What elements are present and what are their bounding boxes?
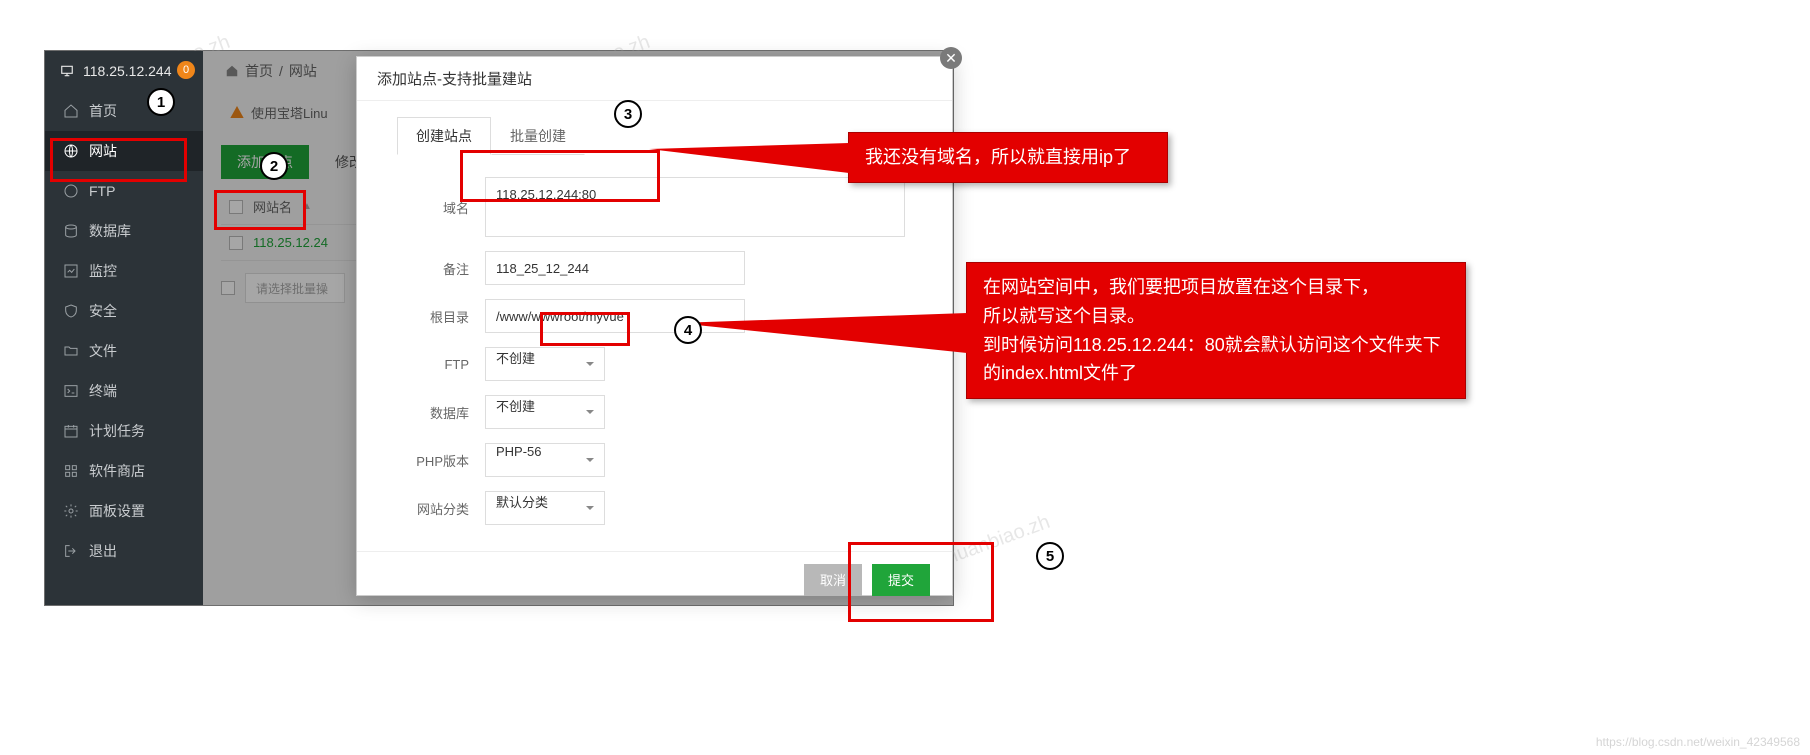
domain-input[interactable]: 118.25.12.244:80 bbox=[485, 177, 905, 237]
sidebar-item-website[interactable]: 网站 bbox=[45, 131, 203, 171]
sidebar-header: 118.25.12.244 0 bbox=[45, 51, 203, 91]
sidebar-item-label: 软件商店 bbox=[89, 461, 145, 481]
annot-num-3: 3 bbox=[614, 100, 642, 128]
annot-num-5: 5 bbox=[1036, 542, 1064, 570]
sidebar-item-label: 文件 bbox=[89, 341, 117, 361]
terminal-icon bbox=[63, 383, 79, 399]
ftp-select[interactable]: 不创建 bbox=[485, 347, 605, 381]
sidebar-item-label: 首页 bbox=[89, 101, 117, 121]
callout-text: 到时候访问118.25.12.244：80就会默认访问这个文件夹下 bbox=[983, 331, 1449, 360]
folder-icon bbox=[63, 343, 79, 359]
sidebar-item-label: 终端 bbox=[89, 381, 117, 401]
sidebar-item-ftp[interactable]: FTP bbox=[45, 171, 203, 211]
db-select[interactable]: 不创建 bbox=[485, 395, 605, 429]
ftp-icon bbox=[63, 183, 79, 199]
home-icon bbox=[63, 103, 79, 119]
modal-title: 添加站点-支持批量建站 bbox=[357, 57, 952, 101]
label-domain: 域名 bbox=[397, 198, 469, 217]
remark-input[interactable] bbox=[485, 251, 745, 285]
notif-badge[interactable]: 0 bbox=[177, 61, 195, 79]
cancel-button[interactable]: 取消 bbox=[804, 564, 862, 596]
callout-text: 我还没有域名，所以就直接用ip了 bbox=[865, 147, 1131, 167]
php-select[interactable]: PHP-56 bbox=[485, 443, 605, 477]
label-db: 数据库 bbox=[397, 403, 469, 422]
modal-footer: 取消 提交 bbox=[357, 551, 952, 607]
submit-button[interactable]: 提交 bbox=[872, 564, 930, 596]
annot-num-4: 4 bbox=[674, 316, 702, 344]
sidebar-item-database[interactable]: 数据库 bbox=[45, 211, 203, 251]
category-select[interactable]: 默认分类 bbox=[485, 491, 605, 525]
callout-domain: 我还没有域名，所以就直接用ip了 bbox=[848, 132, 1168, 183]
sidebar: 118.25.12.244 0 首页 网站 FTP 数据库 监控 安全 文件 终… bbox=[45, 51, 203, 605]
callout-root: 在网站空间中，我们要把项目放置在这个目录下， 所以就写这个目录。 到时候访问11… bbox=[966, 262, 1466, 399]
sidebar-item-label: 网站 bbox=[89, 141, 117, 161]
chart-icon bbox=[63, 263, 79, 279]
sidebar-item-store[interactable]: 软件商店 bbox=[45, 451, 203, 491]
callout-text: 所以就写这个目录。 bbox=[983, 302, 1449, 331]
label-root: 根目录 bbox=[397, 307, 469, 326]
annot-num-1: 1 bbox=[147, 88, 175, 116]
sidebar-item-home[interactable]: 首页 bbox=[45, 91, 203, 131]
sidebar-item-settings[interactable]: 面板设置 bbox=[45, 491, 203, 531]
tab-batch-create[interactable]: 批量创建 bbox=[491, 117, 585, 155]
sidebar-item-label: FTP bbox=[89, 183, 115, 199]
grid-icon bbox=[63, 463, 79, 479]
callout-text: 的index.html文件了 bbox=[983, 359, 1449, 388]
label-php: PHP版本 bbox=[397, 451, 469, 470]
sidebar-item-label: 计划任务 bbox=[89, 421, 145, 441]
sidebar-item-label: 数据库 bbox=[89, 221, 131, 241]
tab-create-site[interactable]: 创建站点 bbox=[397, 117, 491, 155]
globe-icon bbox=[63, 143, 79, 159]
gear-icon bbox=[63, 503, 79, 519]
sidebar-item-logout[interactable]: 退出 bbox=[45, 531, 203, 571]
sidebar-item-monitor[interactable]: 监控 bbox=[45, 251, 203, 291]
sidebar-item-label: 退出 bbox=[89, 541, 117, 561]
database-icon bbox=[63, 223, 79, 239]
sidebar-item-label: 面板设置 bbox=[89, 501, 145, 521]
logout-icon bbox=[63, 543, 79, 559]
label-cat: 网站分类 bbox=[397, 499, 469, 518]
label-ftp: FTP bbox=[397, 357, 469, 372]
close-icon[interactable]: ✕ bbox=[940, 47, 962, 69]
sidebar-item-security[interactable]: 安全 bbox=[45, 291, 203, 331]
monitor-icon bbox=[59, 64, 75, 78]
source-credit: https://blog.csdn.net/weixin_42349568 bbox=[1596, 735, 1800, 749]
sidebar-item-label: 安全 bbox=[89, 301, 117, 321]
sidebar-item-cron[interactable]: 计划任务 bbox=[45, 411, 203, 451]
label-remark: 备注 bbox=[397, 259, 469, 278]
calendar-icon bbox=[63, 423, 79, 439]
sidebar-item-label: 监控 bbox=[89, 261, 117, 281]
sidebar-item-files[interactable]: 文件 bbox=[45, 331, 203, 371]
site-form: 域名 118.25.12.244:80 备注 根目录 FTP 不创建 数据库 不… bbox=[357, 155, 952, 551]
sidebar-item-terminal[interactable]: 终端 bbox=[45, 371, 203, 411]
server-ip: 118.25.12.244 bbox=[83, 63, 172, 79]
shield-icon bbox=[63, 303, 79, 319]
callout-text: 在网站空间中，我们要把项目放置在这个目录下， bbox=[983, 273, 1449, 302]
annot-num-2: 2 bbox=[260, 152, 288, 180]
